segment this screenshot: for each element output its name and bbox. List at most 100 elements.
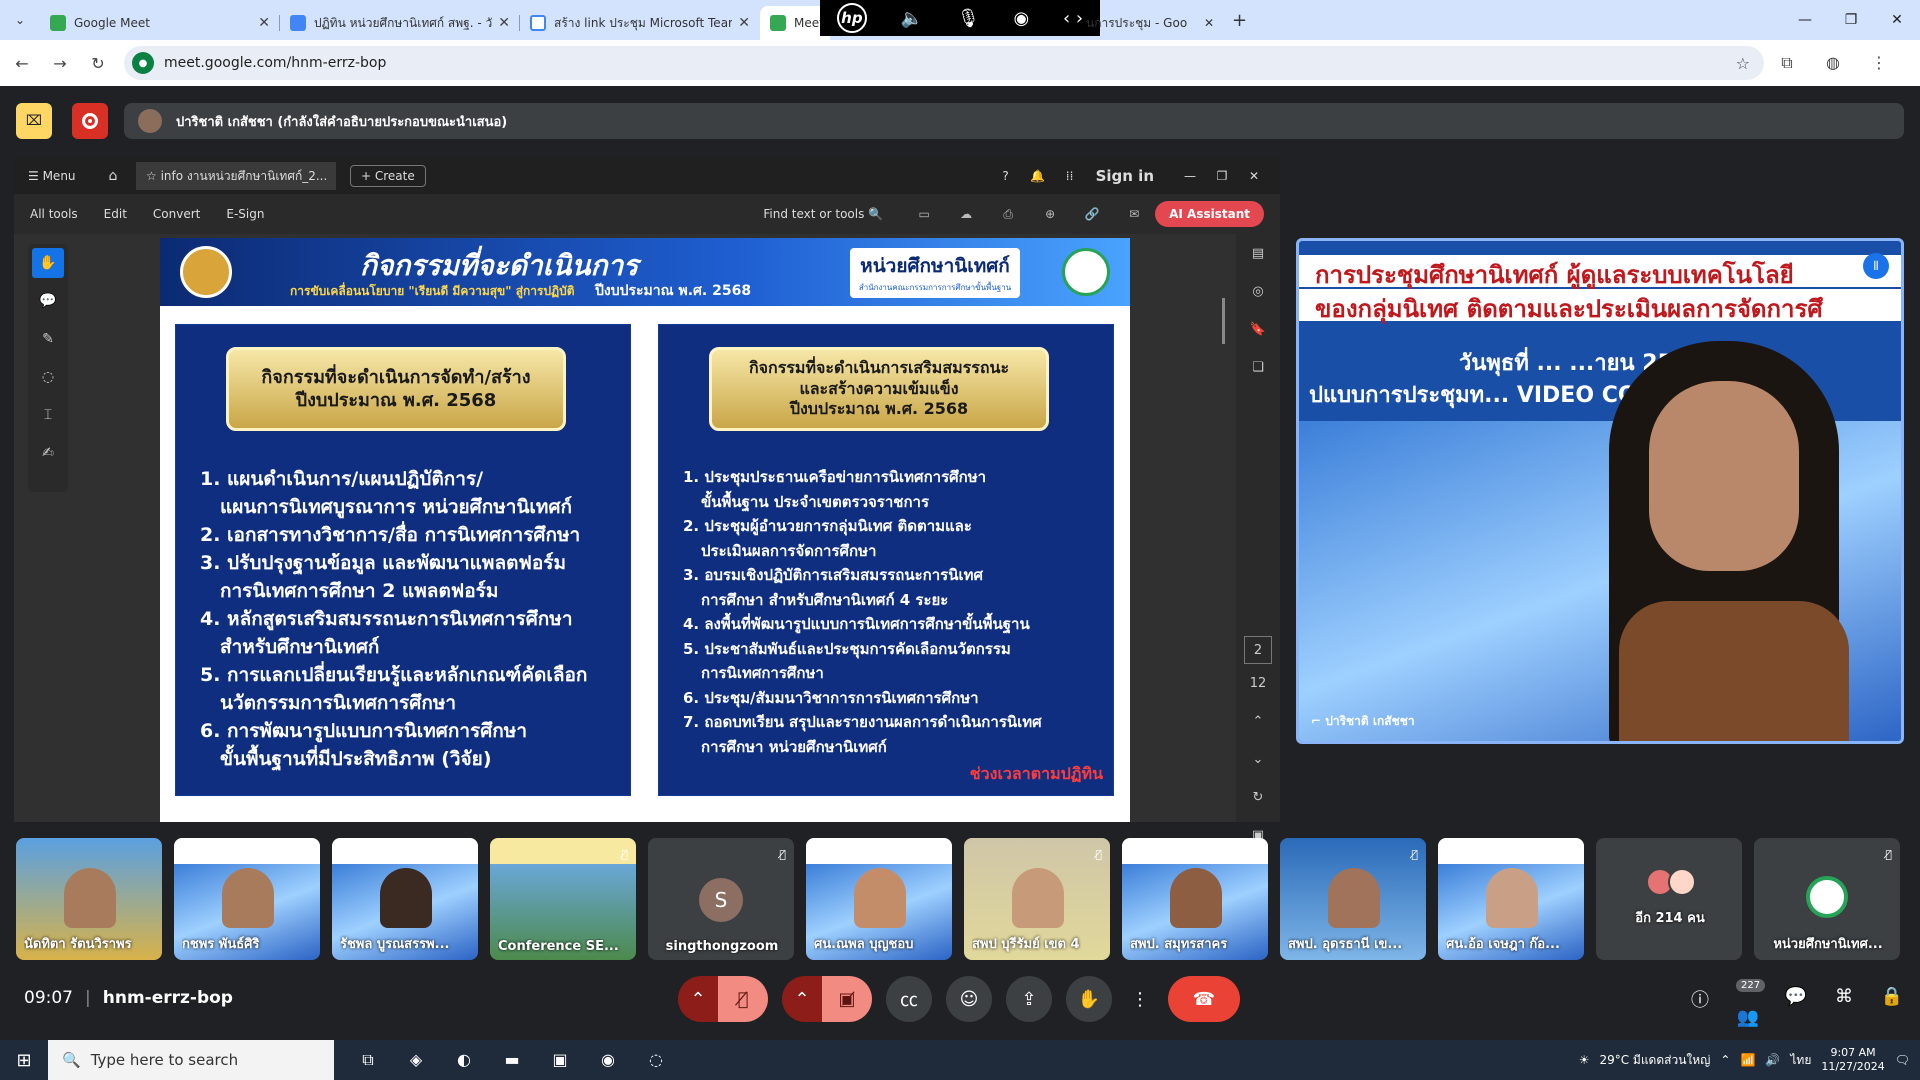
close-tab-icon[interactable]: ✕ [738, 15, 750, 31]
line-app-icon[interactable]: ▣ [536, 1050, 584, 1070]
copilot-icon[interactable]: ◈ [392, 1050, 440, 1070]
link-icon[interactable]: 🔗 [1071, 207, 1113, 221]
active-speaker-tile[interactable]: การประชุมศึกษานิเทศก์ ผู้ดูแลระบบเทคโนโล… [1296, 238, 1904, 744]
chevron-up-icon[interactable]: ⌃ [1720, 1053, 1730, 1067]
comment-panel-icon[interactable]: ▤ [1236, 234, 1280, 272]
more-options-button[interactable]: ⋮ [1126, 976, 1154, 1022]
participant-tile[interactable]: 🎙̸ สพป. อุดรธานี เข... [1280, 838, 1426, 960]
tab-search-icon[interactable]: ⌄ [0, 0, 40, 40]
kebab-icon[interactable]: ⋮ [1856, 53, 1902, 73]
minimize-icon[interactable]: — [1174, 169, 1206, 183]
participant-tile[interactable]: นัดทิตา รัตนวิราพร [16, 838, 162, 960]
code-arrows-icon[interactable]: ‹ › [1063, 8, 1083, 29]
volume-icon[interactable]: 🔊 [1765, 1053, 1780, 1067]
help-icon[interactable]: ? [990, 169, 1022, 183]
browser-tab[interactable]: Google Meet ✕ [40, 6, 280, 40]
rotate-icon[interactable]: ↻ [1236, 778, 1280, 816]
task-view-icon[interactable]: ⧉ [344, 1050, 392, 1070]
acrobat-menu-button[interactable]: ☰ Menu [28, 169, 98, 183]
scrollbar[interactable] [1222, 298, 1225, 344]
chat-button[interactable]: 💬 [1782, 986, 1810, 1028]
notifications-icon[interactable]: 🗨 [1895, 1053, 1910, 1067]
mic-toggle-button[interactable]: 🎙̸ [718, 976, 768, 1022]
present-button[interactable]: ⇪ [1006, 976, 1052, 1022]
arrow-left-icon[interactable]: ← [6, 54, 38, 73]
recording-button[interactable] [72, 103, 108, 139]
raise-hand-button[interactable]: ✋ [1066, 976, 1112, 1022]
weather-icon[interactable]: ☀ [1579, 1053, 1590, 1067]
camera-toggle-button[interactable]: ▣̸ [822, 976, 872, 1022]
ai-assistant-button[interactable]: AI Assistant [1155, 201, 1264, 227]
participant-tile[interactable]: กชพร พันธ์ศิริ [174, 838, 320, 960]
participant-tile[interactable]: 🎙̸ Conference SE... [490, 838, 636, 960]
edge-icon[interactable]: ◐ [440, 1050, 488, 1070]
share-icon[interactable]: ⊕ [1029, 207, 1071, 221]
chrome-icon[interactable]: ◉ [584, 1050, 632, 1070]
taskbar-clock[interactable]: 9:07 AM 11/27/2024 [1821, 1046, 1884, 1074]
activities-button[interactable]: ⌘ [1830, 986, 1858, 1028]
site-info-icon[interactable]: ● [132, 52, 154, 74]
close-tab-icon[interactable]: ✕ [258, 15, 270, 31]
participant-tile[interactable]: 🎙̸ สพป. สมุทรสาคร [1122, 838, 1268, 960]
stop-annotation-icon[interactable]: ⌧ [16, 103, 52, 139]
taskbar-search-field[interactable]: 🔍 Type here to search [48, 1040, 334, 1080]
tool-edit[interactable]: Edit [104, 207, 127, 221]
meeting-details-button[interactable]: ⓘ [1686, 986, 1714, 1028]
reload-icon[interactable]: ↻ [82, 54, 114, 73]
tool-esign[interactable]: E-Sign [226, 207, 264, 221]
pages-icon[interactable]: ❏ [1236, 348, 1280, 386]
input-language[interactable]: ไทย [1790, 1051, 1811, 1070]
app-icon[interactable]: ◌ [632, 1050, 680, 1070]
restore-icon[interactable]: ❐ [1828, 0, 1874, 40]
sign-icon[interactable]: ✍ [28, 434, 68, 472]
browser-tab[interactable]: นการประชุม - Goo ✕ [1086, 6, 1226, 40]
chevron-up-icon[interactable]: ⌃ [1236, 702, 1280, 740]
minimize-icon[interactable]: — [1782, 0, 1828, 40]
comment-icon[interactable]: 💬 [28, 282, 68, 320]
microphone-icon[interactable]: 🎙 [957, 8, 980, 29]
more-participants-tile[interactable]: อีก 214 คน [1596, 838, 1742, 960]
close-tab-icon[interactable]: ✕ [498, 15, 510, 31]
pen-icon[interactable]: ✎ [28, 320, 68, 358]
url-field[interactable]: ● meet.google.com/hnm-errz-bop ☆ [124, 46, 1764, 80]
page-number-field[interactable]: 2 [1244, 636, 1272, 664]
star-icon[interactable]: ☆ [1736, 54, 1750, 73]
mail-icon[interactable]: ✉ [1113, 207, 1155, 221]
tool-all-tools[interactable]: All tools [30, 207, 78, 221]
document-tab[interactable]: ☆ info งานหน่วยศึกษานิเทศก์_2... ✕ [136, 162, 336, 190]
people-button[interactable]: 227 👥 [1734, 979, 1766, 1028]
file-explorer-icon[interactable]: ▬ [488, 1050, 536, 1070]
network-icon[interactable]: 📶 [1740, 1053, 1755, 1067]
restore-icon[interactable]: ❐ [1206, 169, 1238, 183]
bell-icon[interactable]: 🔔 [1022, 169, 1054, 183]
create-button[interactable]: + Create [350, 165, 426, 187]
participant-tile[interactable]: 🎙̸ ศน.อ้อ เจษฎา ก๊อ... [1438, 838, 1584, 960]
print-icon[interactable]: ⎙ [987, 207, 1029, 222]
browser-tab[interactable]: สร้าง link ประชุม Microsoft Team ✕ [520, 6, 760, 40]
leave-call-button[interactable]: ☎ [1168, 976, 1240, 1022]
video-options-button[interactable]: ⌃ [782, 976, 822, 1022]
profile-icon[interactable]: ◍ [1810, 53, 1856, 73]
tool-convert[interactable]: Convert [153, 207, 200, 221]
browser-tab[interactable]: ปฏิทิน หน่วยศึกษานิเทศก์ สพฐ. - วัน ✕ [280, 6, 520, 40]
captions-button[interactable]: ㏄ [886, 976, 932, 1022]
close-tab-icon[interactable]: ✕ [1204, 16, 1214, 30]
hand-tool-icon[interactable]: ✋ [32, 248, 64, 278]
broadcast-icon[interactable]: ◉ [1013, 8, 1029, 29]
weather-text[interactable]: 29°C มีแดดส่วนใหญ่ [1599, 1051, 1710, 1070]
find-tools-field[interactable]: Find text or tools 🔍 [763, 207, 883, 221]
sign-in-button[interactable]: Sign in [1096, 167, 1154, 185]
participant-tile[interactable]: 🎙̸ หน่วยศึกษานิเทศ... [1754, 838, 1900, 960]
participant-tile[interactable]: 🎙̸ ศน.ณพล บุญชอบ [806, 838, 952, 960]
speaker-volume-icon[interactable]: 🔈 [901, 8, 923, 29]
windows-start-icon[interactable]: ⊞ [0, 1050, 48, 1071]
bookmark-icon[interactable]: 🔖 [1236, 310, 1280, 348]
chevron-down-icon[interactable]: ⌄ [1236, 740, 1280, 778]
participant-tile[interactable]: 🎙̸ รัชพล บูรณสรรพ... [332, 838, 478, 960]
close-window-icon[interactable]: ✕ [1874, 0, 1920, 40]
close-window-icon[interactable]: ✕ [1238, 169, 1270, 183]
participant-tile[interactable]: S 🎙̸ singthongzoom [648, 838, 794, 960]
home-icon[interactable]: ⌂ [98, 168, 128, 184]
lasso-icon[interactable]: ◌ [28, 358, 68, 396]
puzzle-icon[interactable]: ⧉ [1764, 53, 1810, 73]
